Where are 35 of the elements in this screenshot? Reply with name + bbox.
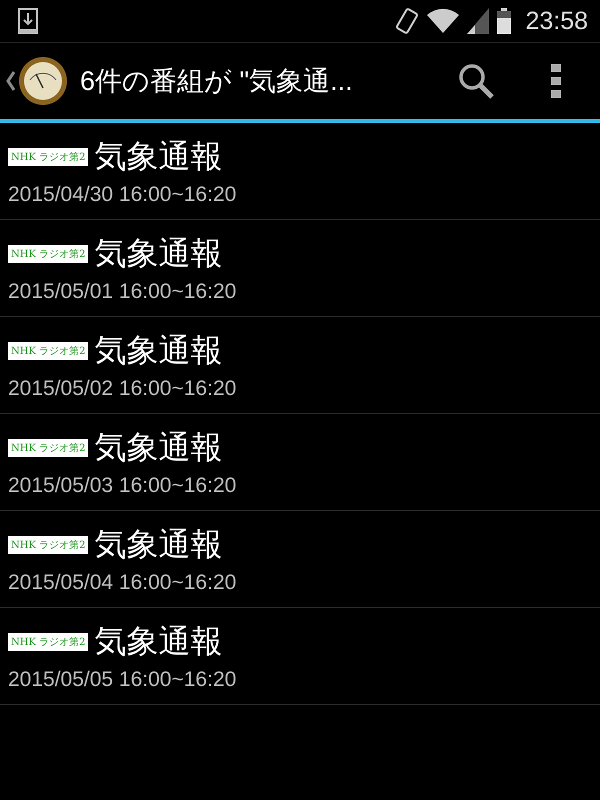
program-schedule: 2015/05/02 16:00~16:20: [8, 377, 238, 401]
app-logo-icon: [18, 56, 68, 106]
chevron-icon: [6, 70, 16, 92]
battery-icon: [497, 8, 512, 34]
station-logo: NHK ラジオ第2: [8, 439, 88, 457]
program-item[interactable]: NHK ラジオ第2 気象通報 2015/05/04 16:00~16:20: [0, 511, 600, 608]
program-item[interactable]: NHK ラジオ第2 気象通報 2015/05/03 16:00~16:20: [0, 414, 600, 511]
program-schedule: 2015/05/01 16:00~16:20: [8, 280, 238, 304]
program-item[interactable]: NHK ラジオ第2 気象通報 2015/05/05 16:00~16:20: [0, 608, 600, 705]
program-title: 気象通報: [94, 233, 222, 274]
program-item[interactable]: NHK ラジオ第2 気象通報 2015/05/02 16:00~16:20: [0, 317, 600, 414]
station-logo: NHK ラジオ第2: [8, 342, 88, 360]
program-schedule: 2015/05/05 16:00~16:20: [8, 668, 238, 692]
station-logo: NHK ラジオ第2: [8, 148, 88, 166]
overflow-icon: [551, 64, 561, 98]
program-title: 気象通報: [94, 524, 222, 565]
station-logo: NHK ラジオ第2: [8, 633, 88, 651]
program-schedule: 2015/05/03 16:00~16:20: [8, 474, 238, 498]
program-title: 気象通報: [94, 136, 222, 177]
download-icon: [18, 8, 38, 34]
program-title: 気象通報: [94, 330, 222, 371]
screen-title: 6件の番組が "気象通...: [80, 65, 353, 98]
program-item[interactable]: NHK ラジオ第2 気象通報 2015/04/30 16:00~16:20: [0, 123, 600, 220]
program-item[interactable]: NHK ラジオ第2 気象通報 2015/05/01 16:00~16:20: [0, 220, 600, 317]
program-schedule: 2015/05/04 16:00~16:20: [8, 571, 238, 595]
signal-icon: [467, 8, 490, 34]
program-schedule: 2015/04/30 16:00~16:20: [8, 183, 238, 207]
phone-vibrate-icon: [395, 7, 420, 35]
wifi-icon: [427, 8, 460, 34]
program-title: 気象通報: [94, 427, 222, 468]
station-logo: NHK ラジオ第2: [8, 245, 88, 263]
program-title: 気象通報: [94, 621, 222, 662]
station-logo: NHK ラジオ第2: [8, 536, 88, 554]
app-home-button[interactable]: [6, 56, 68, 106]
clock: 23:58: [525, 6, 588, 36]
